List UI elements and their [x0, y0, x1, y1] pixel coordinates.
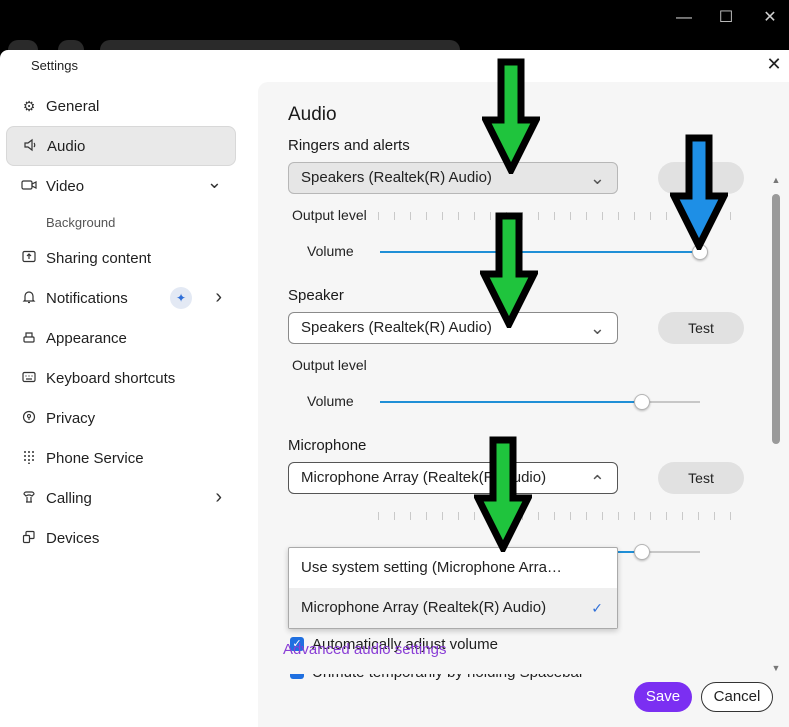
ringers-device-select[interactable]: Speakers (Realtek(R) Audio) ⌄: [288, 162, 618, 194]
menu-item-microphone-array[interactable]: Microphone Array (Realtek(R) Audio) ✓: [289, 588, 617, 628]
dialpad-icon: [18, 450, 40, 467]
sidebar-subitem-background[interactable]: Background: [6, 206, 236, 238]
checkmark-icon: ✓: [591, 600, 603, 616]
sidebar-item-label: Sharing content: [46, 249, 152, 267]
sidebar-item-notifications[interactable]: Notifications ✦ ›: [6, 278, 236, 318]
save-button[interactable]: Save: [634, 682, 692, 712]
menu-item-label: Microphone Array (Realtek(R) Audio): [301, 599, 547, 616]
keyboard-icon: [18, 370, 40, 386]
speaker-output-level-label: Output level: [292, 357, 367, 373]
sidebar-item-devices[interactable]: Devices: [6, 518, 236, 558]
sidebar-item-general[interactable]: ⚙ General: [6, 86, 236, 126]
speaker-section-title: Speaker: [288, 287, 344, 304]
sidebar-item-video[interactable]: Video ⌄: [6, 166, 236, 206]
sidebar-item-keyboard-shortcuts[interactable]: Keyboard shortcuts: [6, 358, 236, 398]
speaker-device-select[interactable]: Speakers (Realtek(R) Audio) ⌄: [288, 312, 618, 344]
panel-scrollbar[interactable]: ▲ ▼: [770, 174, 782, 674]
annotation-arrow-down-icon: [474, 436, 532, 552]
gear-icon: ⚙: [22, 97, 36, 114]
os-title-bar: — ☐ ✕: [0, 0, 789, 60]
privacy-icon: [18, 410, 40, 427]
os-close-button[interactable]: ✕: [750, 6, 789, 30]
annotation-arrow-down-icon: [482, 58, 540, 174]
window-title: Settings: [31, 58, 78, 73]
microphone-device-select[interactable]: Microphone Array (Realtek(R) Audio) ⌃: [288, 462, 618, 494]
chevron-down-icon[interactable]: ⌄: [207, 172, 222, 193]
speaker-volume-slider[interactable]: [380, 394, 700, 410]
scrollbar-thumb[interactable]: [772, 194, 780, 444]
sidebar-item-privacy[interactable]: Privacy: [6, 398, 236, 438]
ringers-section-title: Ringers and alerts: [288, 137, 410, 154]
sidebar-item-label: Notifications: [46, 289, 128, 307]
maximize-button[interactable]: ☐: [706, 6, 746, 30]
ringers-volume-slider[interactable]: [380, 244, 708, 260]
cancel-button[interactable]: Cancel: [701, 682, 773, 712]
annotation-arrow-down-icon: [670, 134, 728, 250]
sparkle-icon: ✦: [170, 287, 192, 309]
microphone-input-meter: [378, 512, 733, 520]
sidebar-item-label: Calling: [46, 489, 92, 507]
speaker-volume-label: Volume: [307, 393, 354, 409]
slider-fill: [380, 401, 643, 403]
settings-sidebar: ⚙ General Audio Video ⌄ Background Shari…: [6, 86, 236, 558]
sidebar-item-label: General: [46, 97, 100, 115]
chevron-down-icon: ⌄: [589, 168, 605, 188]
sidebar-item-label: Phone Service: [46, 449, 144, 467]
microphone-test-button[interactable]: Test: [658, 462, 744, 494]
page-title: Audio: [288, 104, 337, 125]
ringers-volume-label: Volume: [307, 243, 354, 259]
chevron-right-icon[interactable]: ›: [215, 286, 222, 309]
chevron-down-icon: ⌄: [589, 318, 605, 338]
sidebar-item-label: Video: [46, 177, 85, 195]
chevron-up-icon: ⌃: [589, 472, 605, 492]
sidebar-item-audio[interactable]: Audio: [6, 126, 236, 166]
scroll-down-icon[interactable]: ▼: [770, 662, 782, 674]
ringers-device-value: Speakers (Realtek(R) Audio): [301, 169, 492, 186]
sidebar-item-sharing[interactable]: Sharing content: [6, 238, 236, 278]
share-icon: [18, 250, 40, 267]
microphone-dropdown-menu: Use system setting (Microphone Arra… Mic…: [288, 547, 618, 629]
phone-icon: [18, 490, 40, 507]
chevron-right-icon[interactable]: ›: [215, 486, 222, 509]
appearance-icon: [18, 330, 40, 347]
annotation-arrow-down-icon: [480, 212, 538, 328]
speaker-device-value: Speakers (Realtek(R) Audio): [301, 319, 492, 336]
sidebar-item-label: Devices: [46, 529, 100, 547]
slider-thumb[interactable]: [634, 544, 651, 560]
close-icon[interactable]: ✕: [764, 54, 784, 74]
slider-thumb[interactable]: [634, 394, 651, 410]
sidebar-item-calling[interactable]: Calling ›: [6, 478, 236, 518]
menu-item-system-setting[interactable]: Use system setting (Microphone Arra…: [289, 548, 617, 588]
sidebar-item-label: Audio: [47, 137, 86, 155]
ringers-output-level-label: Output level: [292, 207, 367, 223]
sidebar-item-appearance[interactable]: Appearance: [6, 318, 236, 358]
devices-icon: [18, 530, 40, 547]
speaker-icon: [19, 138, 41, 155]
advanced-audio-settings-link[interactable]: Advanced audio settings: [283, 641, 446, 658]
minimize-button[interactable]: —: [664, 6, 704, 30]
microphone-section-title: Microphone: [288, 437, 367, 454]
sidebar-item-phone-service[interactable]: Phone Service: [6, 438, 236, 478]
scroll-clip: [258, 662, 773, 674]
speaker-test-button[interactable]: Test: [658, 312, 744, 344]
sidebar-item-label: Privacy: [46, 409, 96, 427]
sidebar-item-label: Keyboard shortcuts: [46, 369, 176, 387]
scroll-up-icon[interactable]: ▲: [770, 174, 782, 186]
sidebar-item-label: Appearance: [46, 329, 127, 347]
video-icon: [18, 178, 40, 194]
slider-fill: [380, 251, 700, 253]
bell-icon: [18, 290, 40, 307]
